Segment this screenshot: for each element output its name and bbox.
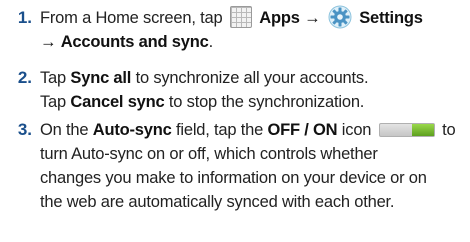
arrow: → bbox=[304, 9, 321, 27]
on-the-text: On the bbox=[40, 121, 89, 139]
tap-text: Tap bbox=[40, 69, 67, 87]
apps-grid-icon bbox=[229, 5, 252, 28]
step-text: Tap Sync all to synchronize all your acc… bbox=[40, 66, 468, 114]
step-number: 2. bbox=[17, 68, 32, 87]
step-text: From a Home screen, tap Apps → Settings … bbox=[40, 5, 468, 54]
auto-sync-label: Auto-sync bbox=[92, 121, 172, 139]
field-tap-text: field, tap the bbox=[176, 121, 264, 139]
instruction-page: 1. From a Home screen, tap Apps → Settin… bbox=[0, 0, 470, 242]
step-3-line: turn Auto-sync on or off, which controls… bbox=[40, 145, 378, 163]
apps-label: Apps bbox=[259, 9, 300, 27]
off-on-label: OFF / ON bbox=[267, 121, 338, 139]
period: . bbox=[208, 33, 214, 51]
step-3-line: changes you make to information on your … bbox=[40, 169, 427, 187]
toggle-switch-icon bbox=[378, 122, 435, 137]
toggle-knob-on bbox=[411, 123, 434, 136]
cancel-sync-description: to stop the synchronization. bbox=[168, 93, 365, 111]
sync-all-label: Sync all bbox=[70, 69, 132, 87]
step-text: On the Auto-sync field, tap the OFF / ON… bbox=[40, 118, 468, 214]
step-3-line: the web are automatically synced with ea… bbox=[40, 193, 395, 211]
gear-icon bbox=[328, 5, 352, 29]
step-number: 1. bbox=[17, 8, 32, 27]
step-1-from-text: From a Home screen, tap bbox=[40, 9, 223, 27]
settings-label: Settings bbox=[359, 9, 423, 27]
tap-text: Tap bbox=[40, 93, 67, 111]
accounts-and-sync-label: Accounts and sync bbox=[60, 33, 209, 51]
sync-all-description: to synchronize all your accounts. bbox=[135, 69, 369, 87]
icon-word: icon bbox=[341, 121, 372, 139]
cancel-sync-label: Cancel sync bbox=[70, 93, 165, 111]
to-text: to bbox=[442, 121, 456, 139]
step-number: 3. bbox=[17, 120, 32, 139]
arrow: → bbox=[40, 33, 57, 51]
